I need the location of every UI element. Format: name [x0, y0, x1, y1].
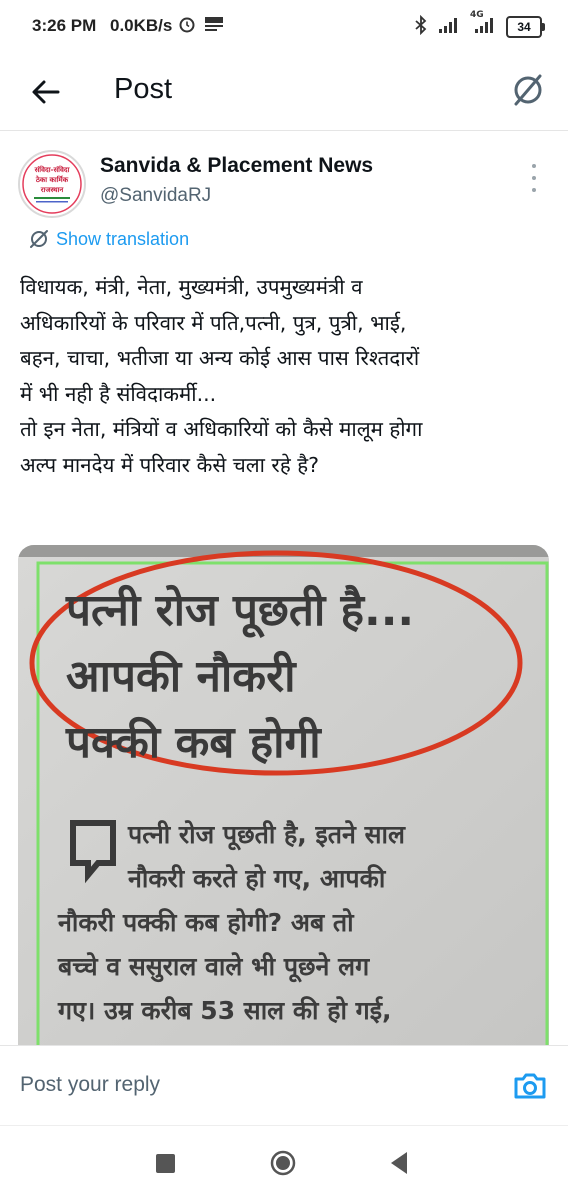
- show-translation-button[interactable]: Show translation: [28, 228, 189, 250]
- app-bar: Post: [0, 56, 568, 128]
- newspaper-clipping: पत्नी रोज पूछती है... आपकी नौकरी पक्की क…: [18, 545, 549, 1045]
- clipping-headline-1: पत्नी रोज पूछती है...: [65, 584, 414, 639]
- post-text: विधायक, मंत्री, नेता, मुख्यमंत्री, उपमुख…: [20, 275, 423, 477]
- avatar-logo: संविदा-संविदा ठेका कार्मिक राजस्थान: [22, 154, 82, 214]
- home-circle-icon[interactable]: [270, 1150, 296, 1176]
- camera-button[interactable]: [510, 1066, 550, 1106]
- camera-icon: [514, 1073, 546, 1099]
- arrow-left-icon: [32, 80, 60, 104]
- recents-square-icon[interactable]: [156, 1154, 175, 1173]
- translate-off-icon: [514, 74, 542, 106]
- status-time: 3:26 PM: [32, 16, 97, 35]
- page-title: Post: [114, 73, 173, 105]
- news-app-icon: [204, 15, 224, 37]
- back-triangle-icon[interactable]: [388, 1150, 410, 1176]
- avatar-line-2: ठेका कार्मिक: [35, 175, 69, 184]
- author-handle[interactable]: @SanvidaRJ: [100, 185, 211, 207]
- reply-input[interactable]: Post your reply: [20, 1073, 160, 1097]
- clipping-body-1: पत्नी रोज पूछती है, इतने साल: [127, 820, 406, 851]
- system-nav-bar: [0, 1125, 568, 1201]
- battery-icon: 34: [506, 16, 545, 38]
- bluetooth-icon: [414, 14, 428, 39]
- alarm-icon: [178, 15, 196, 37]
- author-name[interactable]: Sanvida & Placement News: [100, 154, 373, 178]
- clipping-body-3: नौकरी पक्की कब होगी? अब तो: [57, 908, 355, 937]
- clipping-headline-3: पक्की कब होगी: [65, 716, 322, 768]
- divider: [0, 130, 568, 131]
- back-button[interactable]: [26, 72, 66, 112]
- clipping-body-5: गए। उम्र करीब 53 साल की हो गई,: [57, 996, 392, 1025]
- avatar-line-1: संविदा-संविदा: [34, 165, 71, 174]
- signal-icon: [438, 16, 460, 38]
- avatar-line-3: राजस्थान: [40, 186, 65, 194]
- network-type-label: 4G: [470, 10, 484, 20]
- status-bar: 3:26 PM 0.0KB/s 4G 34: [0, 0, 568, 56]
- translate-icon: [30, 230, 48, 248]
- reply-bar: Post your reply: [0, 1045, 568, 1126]
- show-translation-label: Show translation: [56, 228, 190, 249]
- clipping-body-4: बच्चे व ससुराल वाले भी पूछने लग: [57, 952, 370, 983]
- post-image[interactable]: पत्नी रोज पूछती है... आपकी नौकरी पक्की क…: [18, 545, 549, 1045]
- translate-toggle-button[interactable]: [508, 70, 548, 110]
- status-icons-left: [178, 15, 224, 37]
- clipping-body-2: नौकरी करते हो गए, आपकी: [127, 864, 387, 893]
- network-speed: 0.0KB/s: [110, 16, 173, 35]
- signal-4g-icon: 4G: [470, 10, 496, 38]
- more-options-icon[interactable]: [524, 162, 544, 194]
- clipping-headline-2: आपकी नौकरी: [66, 650, 297, 702]
- status-icons-right: 4G 34: [414, 10, 545, 39]
- avatar[interactable]: संविदा-संविदा ठेका कार्मिक राजस्थान: [18, 150, 86, 218]
